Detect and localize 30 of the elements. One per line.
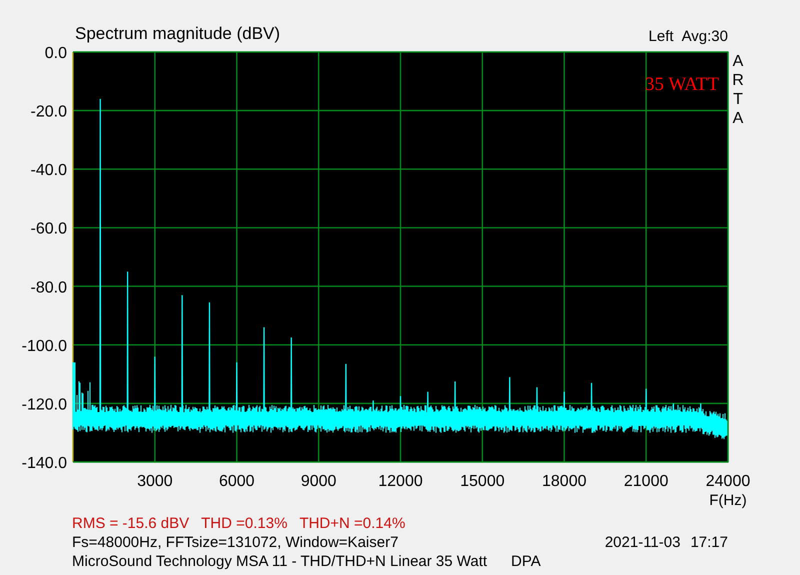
measurement-settings: Fs=48000Hz, FFTsize=131072, Window=Kaiser7 — [72, 533, 398, 552]
time-label: 17:17 — [690, 533, 728, 552]
y-tick-label: 0.0 — [44, 45, 67, 62]
x-tick-label: 18000 — [542, 473, 586, 490]
thd-n-reading: THD+N =0.14% — [299, 514, 406, 533]
tag-label: DPA — [511, 552, 541, 571]
x-tick-label: 9000 — [300, 473, 336, 490]
averaging-label: Avg:30 — [682, 28, 728, 46]
rms-reading: RMS = -15.6 dBV — [72, 514, 190, 533]
y-tick-label: -140.0 — [22, 455, 67, 472]
channel-label: Left — [648, 28, 674, 46]
x-tick-label: 12000 — [378, 473, 423, 490]
description-text: MicroSound Technology MSA 11 - THD/THD+N Linear 35 Watt — [72, 552, 488, 571]
y-tick-label: -120.0 — [22, 396, 67, 414]
thd-reading: THD =0.13% — [201, 514, 288, 533]
y-tick-label: -60.0 — [30, 220, 67, 238]
date-label: 2021-11-03 — [604, 533, 680, 552]
y-tick-label: -80.0 — [30, 279, 67, 296]
y-tick-label: -40.0 — [30, 162, 67, 180]
x-tick-label: 24000 — [706, 473, 750, 490]
x-axis-label: F(Hz) — [709, 492, 747, 509]
y-tick-label: -20.0 — [30, 104, 67, 121]
x-tick-label: 15000 — [460, 473, 505, 490]
y-tick-label: -100.0 — [22, 338, 67, 355]
chart-title: Spectrum magnitude (dBV) — [75, 24, 280, 44]
x-tick-label: 3000 — [137, 473, 173, 490]
x-tick-label: 6000 — [218, 473, 255, 490]
x-tick-label: 21000 — [624, 473, 668, 490]
vertical-logo-text: ARTA — [732, 53, 744, 127]
overlay-label: 35 WATT — [644, 74, 719, 95]
